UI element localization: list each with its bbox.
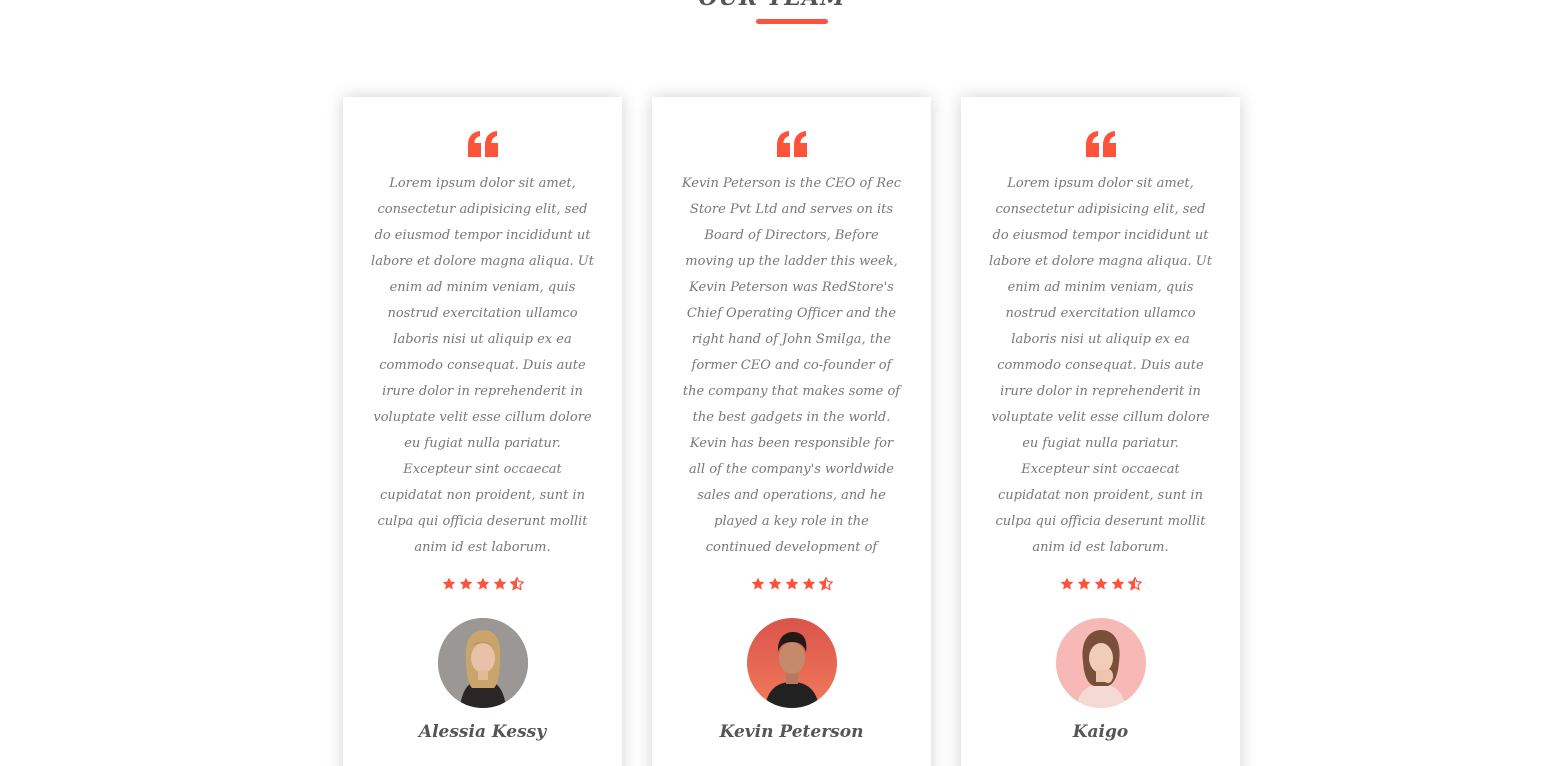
star-full-icon xyxy=(751,577,764,590)
section-title: OUR TEAM xyxy=(0,0,1544,10)
testimonial-text: Lorem ipsum dolor sit amet, consectetur … xyxy=(989,176,1212,555)
star-rating xyxy=(680,577,903,593)
star-full-icon xyxy=(1111,577,1124,590)
star-half-icon xyxy=(509,577,524,591)
star-full-icon xyxy=(459,577,472,590)
testimonial-name: Kaigo xyxy=(1072,722,1129,742)
woman-portrait-avatar xyxy=(437,618,528,708)
testimonial-card: Lorem ipsum dolor sit amet, consectetur … xyxy=(343,97,622,766)
testimonial-card: Lorem ipsum dolor sit amet, consectetur … xyxy=(961,97,1240,766)
star-full-icon xyxy=(476,577,489,590)
quote-icon xyxy=(467,131,498,157)
star-full-icon xyxy=(493,577,506,590)
star-full-icon xyxy=(768,577,781,590)
testimonial-text: Kevin Peterson is the CEO of Rec Store P… xyxy=(681,176,902,555)
testimonial-cards: Lorem ipsum dolor sit amet, consectetur … xyxy=(343,97,1240,766)
title-underline xyxy=(756,19,828,24)
star-full-icon xyxy=(442,577,455,590)
star-rating xyxy=(989,577,1212,593)
testimonial-card: Kevin Peterson is the CEO of Rec Store P… xyxy=(652,97,931,766)
quote-icon xyxy=(776,131,807,157)
testimonial-name: Kevin Peterson xyxy=(719,722,864,742)
star-half-icon xyxy=(818,577,833,591)
quote-icon xyxy=(1085,131,1116,157)
testimonial-name: Alessia Kessy xyxy=(418,722,547,742)
man-portrait-avatar xyxy=(746,618,837,708)
woman-portrait-avatar xyxy=(1055,618,1146,708)
star-full-icon xyxy=(1060,577,1073,590)
star-full-icon xyxy=(802,577,815,590)
star-full-icon xyxy=(1077,577,1090,590)
star-rating xyxy=(371,577,594,593)
testimonials-section: OUR TEAM Lorem ipsum dolor sit amet, con… xyxy=(0,0,1544,766)
star-half-icon xyxy=(1127,577,1142,591)
star-full-icon xyxy=(1094,577,1107,590)
testimonial-text: Lorem ipsum dolor sit amet, consectetur … xyxy=(371,176,594,555)
star-full-icon xyxy=(785,577,798,590)
